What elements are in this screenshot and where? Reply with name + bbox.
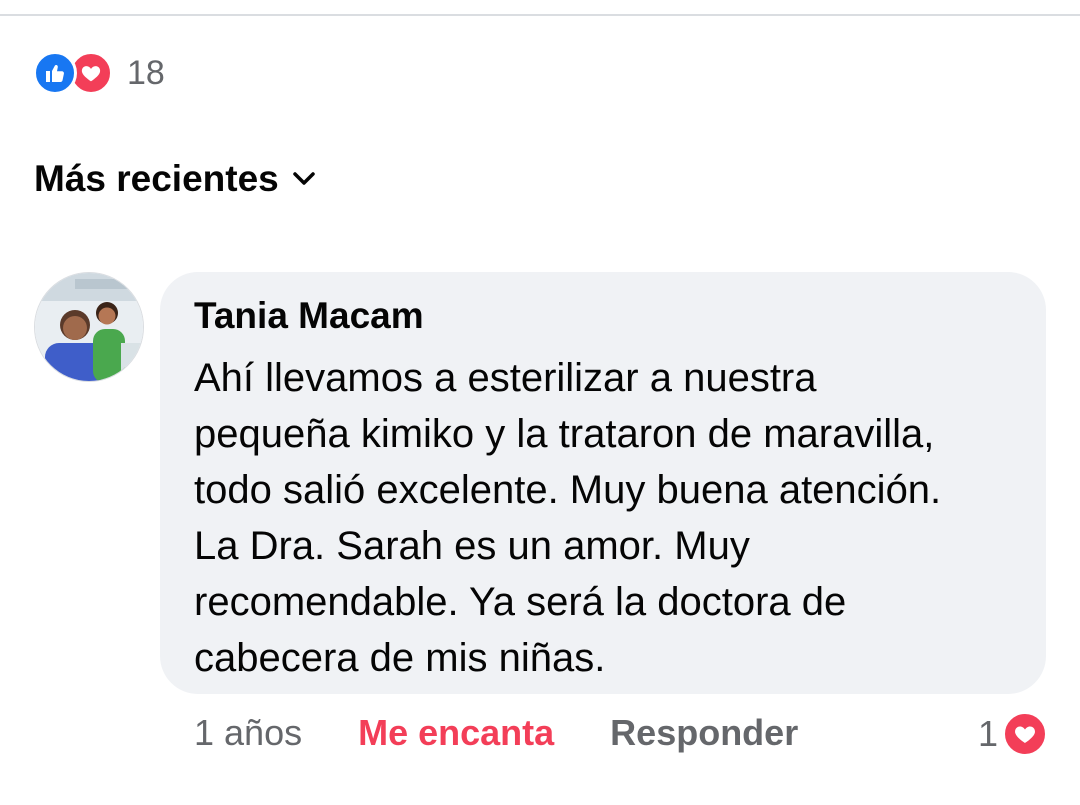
comment-bubble: Tania Macam Ahí llevamos a esterilizar a… [160, 272, 1046, 694]
reply-button[interactable]: Responder [610, 712, 798, 754]
comment-actions: 1 años Me encanta Responder [194, 712, 798, 754]
avatar[interactable] [34, 272, 144, 382]
comment-reaction-count: 1 [977, 713, 998, 754]
comment-text: Ahí llevamos a esterilizar a nuestra peq… [194, 356, 942, 680]
comment-author[interactable]: Tania Macam [194, 294, 1016, 338]
comments-section: 18 Más recientes Tania Macam Ahí llevamo… [0, 0, 1080, 805]
reactions-summary[interactable]: 18 [33, 50, 165, 96]
reaction-count: 18 [127, 53, 165, 92]
comment-timestamp[interactable]: 1 años [194, 712, 302, 754]
chevron-down-icon [291, 166, 317, 192]
comment-reactions[interactable]: 1 [978, 711, 1048, 757]
react-button[interactable]: Me encanta [358, 712, 554, 754]
divider [0, 14, 1080, 16]
like-icon [33, 51, 77, 95]
love-icon [1002, 711, 1048, 757]
sort-label: Más recientes [34, 158, 279, 199]
sort-dropdown[interactable]: Más recientes [34, 158, 317, 200]
